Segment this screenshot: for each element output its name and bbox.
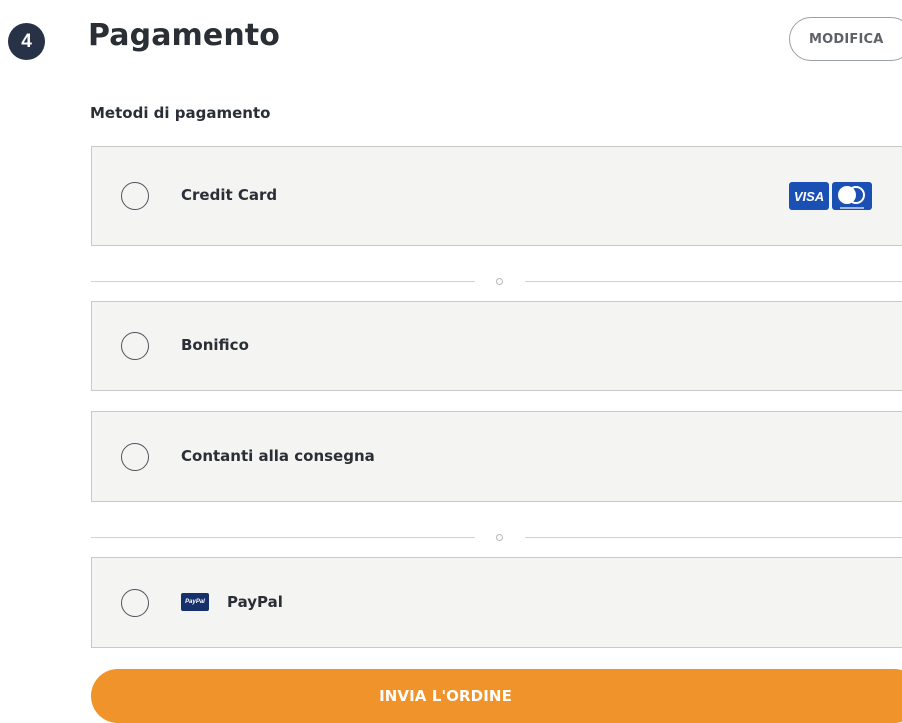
step-badge: 4 <box>8 23 45 60</box>
card-brand-icons: VISA <box>789 182 872 210</box>
separator-dot <box>496 278 503 285</box>
payment-option-label: Contanti alla consegna <box>181 447 375 465</box>
payment-option-label: Bonifico <box>181 336 249 354</box>
payment-option-bonifico[interactable]: Bonifico <box>91 301 902 391</box>
credit-card-radio[interactable] <box>121 182 149 210</box>
paypal-icon: PayPal <box>181 593 209 611</box>
payment-option-paypal[interactable]: PayPal PayPal <box>91 557 902 648</box>
modify-button[interactable]: MODIFICA <box>789 17 902 61</box>
submit-order-button[interactable]: INVIA L'ORDINE <box>91 669 902 723</box>
page-title: Pagamento <box>88 18 280 53</box>
payment-option-credit-card[interactable]: Credit Card VISA <box>91 146 902 246</box>
payment-option-label: PayPal <box>227 593 283 611</box>
step-number: 4 <box>21 30 32 52</box>
payment-methods-label: Metodi di pagamento <box>90 104 271 122</box>
paypal-radio[interactable] <box>121 589 149 617</box>
visa-icon: VISA <box>789 182 829 210</box>
contanti-radio[interactable] <box>121 443 149 471</box>
mastercard-icon <box>832 182 872 210</box>
payment-option-label: Credit Card <box>181 186 278 204</box>
bonifico-radio[interactable] <box>121 332 149 360</box>
separator-dot <box>496 534 503 541</box>
payment-option-contanti[interactable]: Contanti alla consegna <box>91 411 902 502</box>
